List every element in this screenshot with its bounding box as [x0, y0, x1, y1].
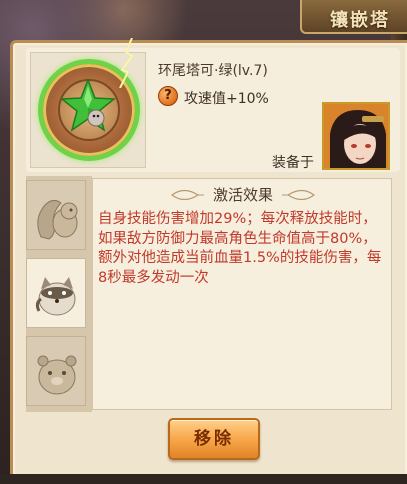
- equipped-on-label: 装备于: [272, 155, 314, 171]
- raccoon-icon: [35, 277, 76, 316]
- remove-button[interactable]: 移除: [168, 418, 260, 460]
- skill-tab-squirrel[interactable]: [26, 180, 86, 250]
- hero-portrait-icon: [324, 104, 388, 168]
- equipped-hero-avatar[interactable]: [322, 102, 390, 170]
- skill-tab-raccoon[interactable]: [26, 258, 86, 328]
- effect-description: 自身技能伤害增加29%；每次释放技能时，如果敌方防御力最高角色生命值高于80%，…: [98, 211, 382, 286]
- item-name: 环尾塔可·绿(lv.7): [158, 63, 268, 79]
- stat-question-icon[interactable]: ?: [158, 86, 178, 106]
- bottom-edge: [0, 474, 407, 484]
- skill-tab-hamster[interactable]: [26, 336, 86, 406]
- stat-bonus: 攻速值+10%: [184, 91, 269, 107]
- header-title: 镶嵌塔: [330, 10, 390, 31]
- squirrel-icon: [37, 199, 78, 240]
- hamster-icon: [37, 355, 77, 395]
- star-gem-icon: [60, 78, 116, 132]
- lightning-icon: [119, 38, 134, 88]
- effect-title: 激活效果: [212, 186, 273, 204]
